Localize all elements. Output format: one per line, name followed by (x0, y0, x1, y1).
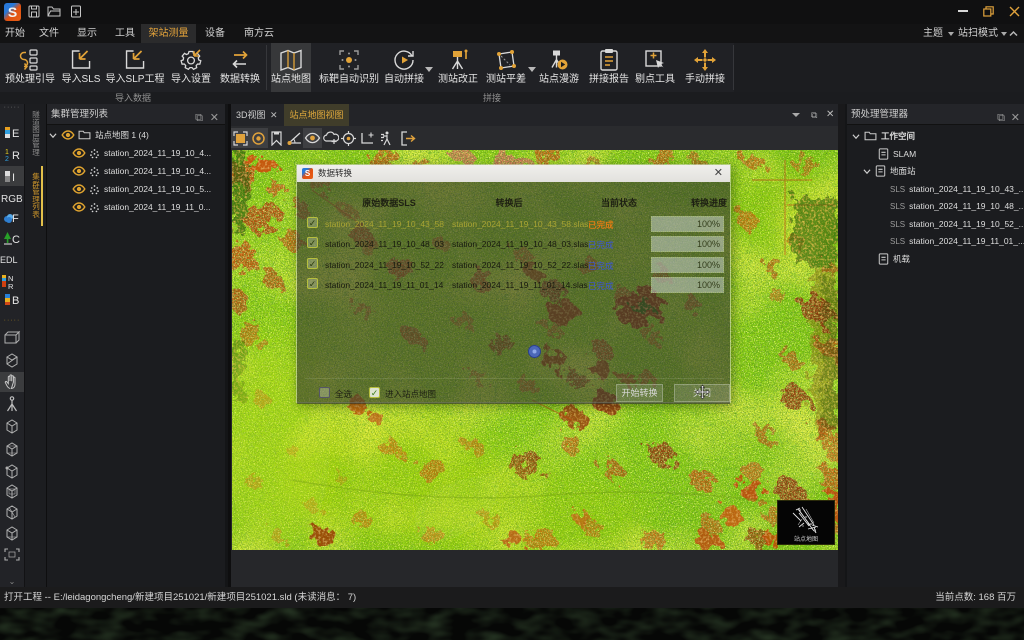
svg-text:EDL: EDL (0, 255, 18, 265)
svg-text:F: F (12, 213, 19, 225)
svg-text:B: B (12, 295, 19, 307)
svg-text:E: E (12, 128, 19, 140)
svg-text:C: C (12, 234, 20, 246)
svg-text:RGB: RGB (1, 194, 23, 205)
svg-text:2: 2 (5, 156, 9, 163)
svg-text:1: 1 (5, 149, 9, 156)
svg-text:R: R (12, 150, 20, 162)
svg-text:I: I (12, 172, 15, 184)
